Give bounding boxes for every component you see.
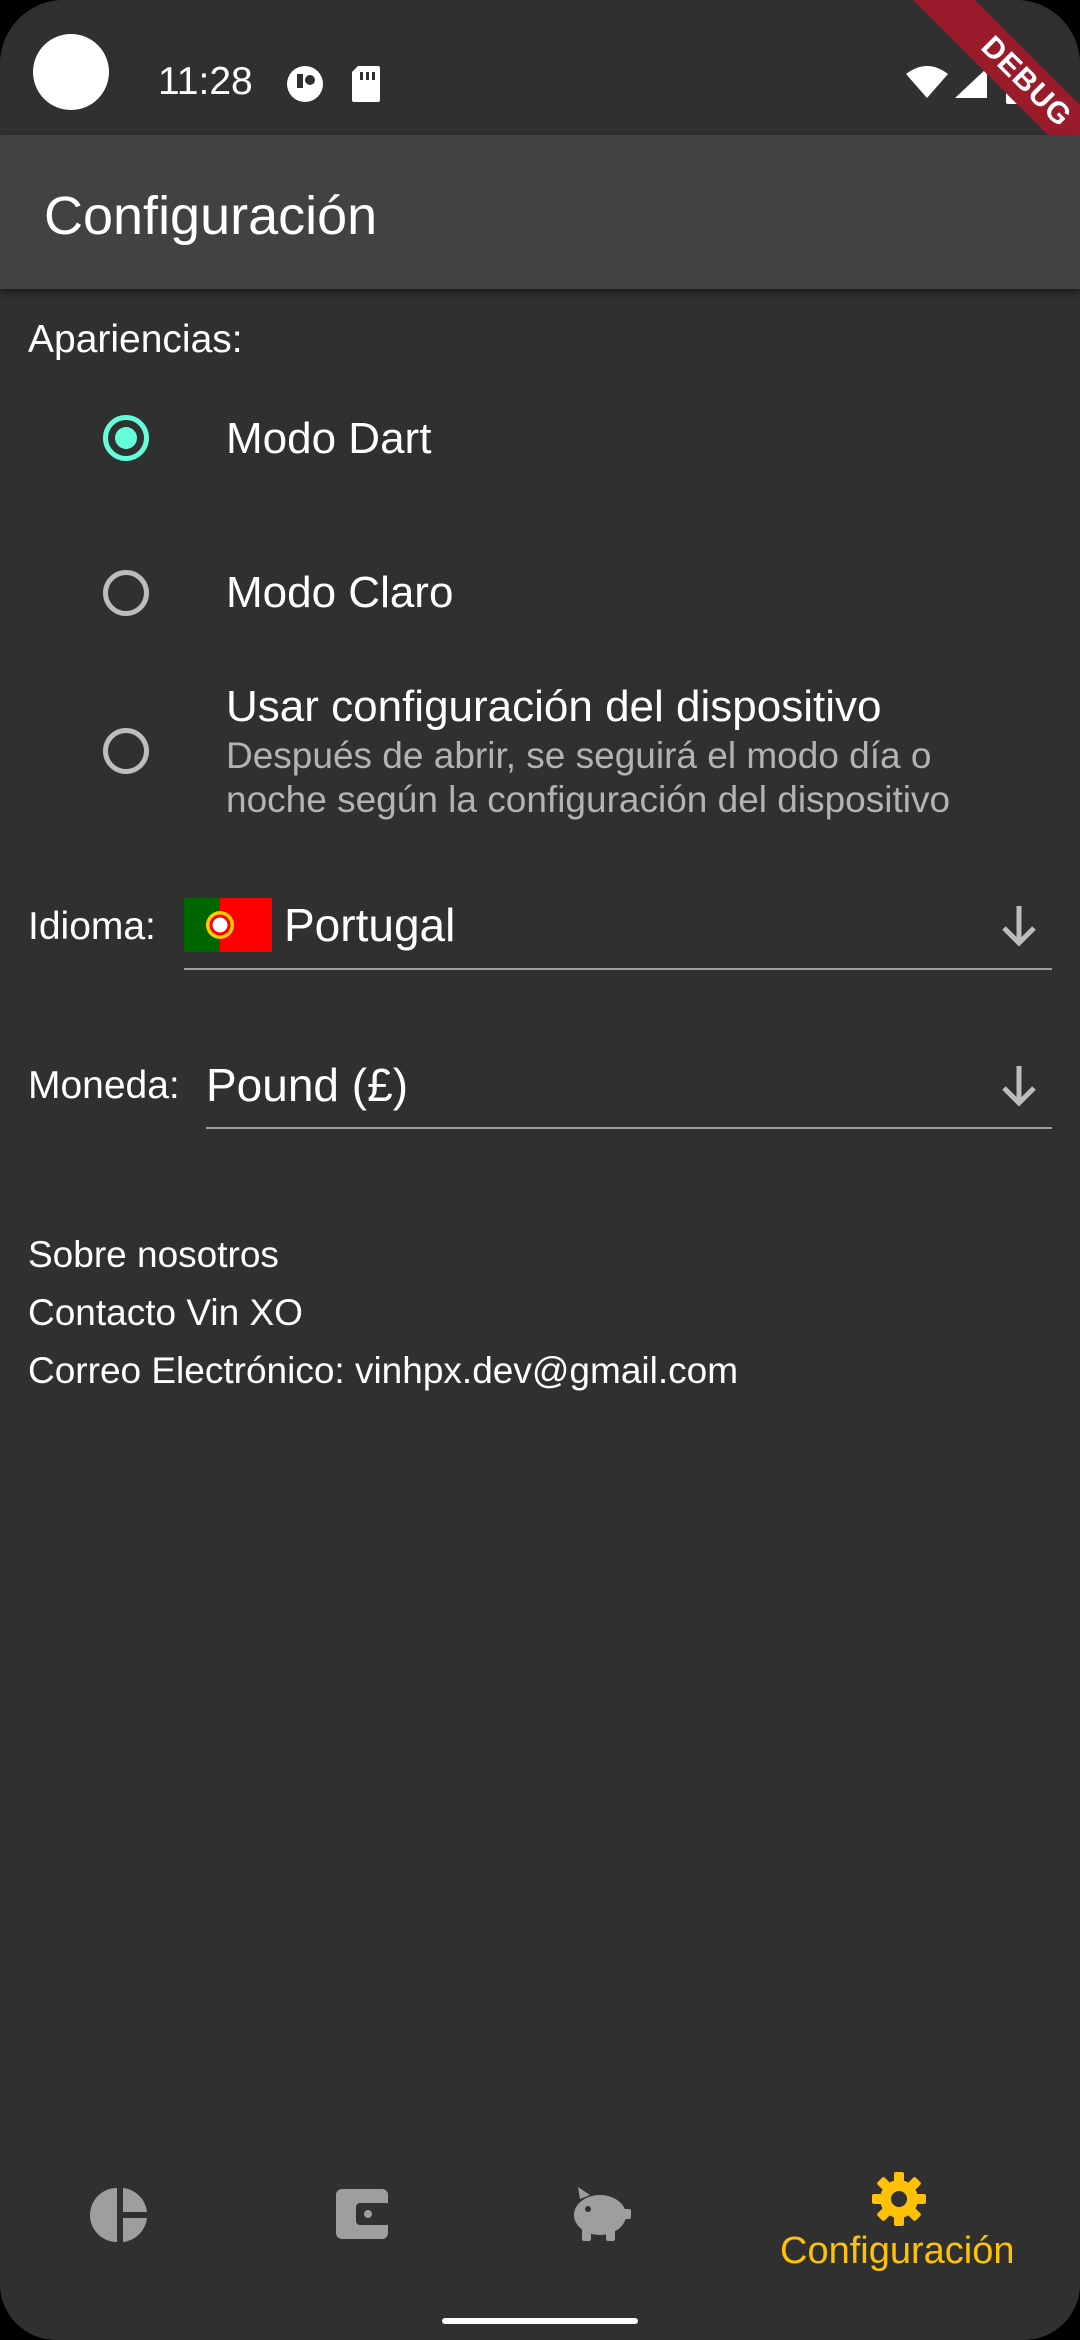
radio-button-dark[interactable] bbox=[103, 415, 149, 461]
gesture-bar[interactable] bbox=[442, 2318, 638, 2324]
app-screen: 11:28 DEBUG Configuración Apariencias: M… bbox=[0, 0, 1080, 2340]
language-underline bbox=[184, 968, 1052, 970]
option-subtitle-system: Después de abrir, se seguirá el modo día… bbox=[226, 735, 951, 820]
language-label: Idioma: bbox=[28, 905, 156, 948]
wifi-icon bbox=[906, 66, 948, 98]
bottom-navigation: Configuración bbox=[0, 2135, 1080, 2295]
arrow-down-icon bbox=[1002, 906, 1036, 947]
nav-item-wallet[interactable] bbox=[240, 2135, 480, 2295]
gear-icon bbox=[872, 2172, 926, 2226]
about-title: Sobre nosotros bbox=[28, 1234, 279, 1275]
arrow-down-icon bbox=[1002, 1066, 1036, 1107]
wallet-icon bbox=[336, 2189, 390, 2239]
currency-label: Moneda: bbox=[28, 1064, 180, 1107]
currency-underline bbox=[206, 1127, 1052, 1129]
app-notification-icon bbox=[287, 66, 323, 102]
radio-button-light[interactable] bbox=[103, 570, 149, 616]
page-title: Configuración bbox=[44, 186, 378, 246]
status-time: 11:28 bbox=[158, 60, 253, 103]
sd-card-icon bbox=[352, 66, 380, 102]
camera-cutout bbox=[33, 34, 109, 110]
pie-chart-icon bbox=[90, 2188, 147, 2242]
app-bar: Configuración bbox=[0, 135, 1080, 289]
nav-settings-label[interactable]: Configuración bbox=[780, 2230, 1014, 2273]
option-title-light: Modo Claro bbox=[226, 568, 454, 617]
radio-button-system[interactable] bbox=[103, 728, 149, 774]
option-title-dark: Modo Dart bbox=[226, 414, 432, 463]
contact-text: Contacto Vin XO bbox=[28, 1292, 303, 1333]
nav-item-statistics[interactable] bbox=[0, 2135, 240, 2295]
option-title-system: Usar configuración del dispositivo bbox=[226, 682, 882, 731]
email-text: Correo Electrónico: vinhpx.dev@gmail.com bbox=[28, 1350, 739, 1391]
appearance-label: Apariencias: bbox=[28, 318, 243, 361]
language-value: Portugal bbox=[284, 899, 456, 951]
status-bar: 11:28 DEBUG bbox=[0, 0, 1080, 204]
currency-value: Pound (£) bbox=[206, 1059, 409, 1111]
nav-item-savings[interactable] bbox=[480, 2135, 720, 2295]
portugal-flag-icon bbox=[184, 898, 272, 952]
piggy-bank-icon bbox=[574, 2187, 631, 2241]
